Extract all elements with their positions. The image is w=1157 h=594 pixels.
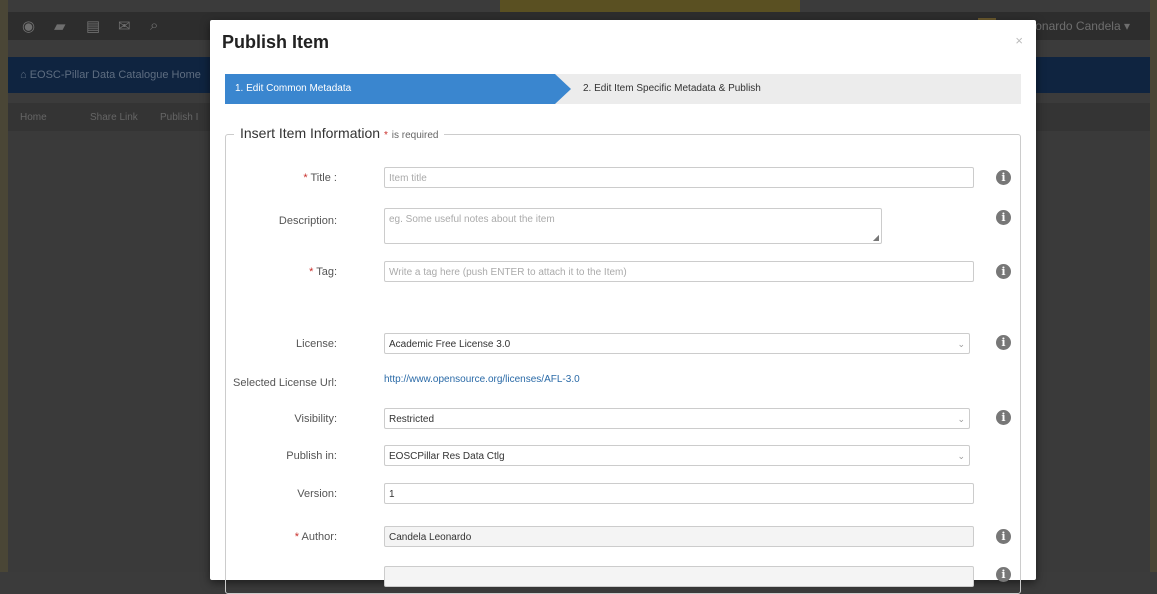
publish-in-select[interactable]: EOSCPillar Res Data Ctlg ⌄ [384,445,970,466]
close-icon[interactable]: × [1015,33,1023,48]
info-icon[interactable]: i [996,410,1011,425]
chevron-down-icon: ▾ [1123,19,1130,33]
info-icon[interactable]: i [996,335,1011,350]
home-icon: ⌂ [20,69,30,81]
required-marker: * [383,130,388,141]
info-icon[interactable]: i [996,264,1011,279]
author-input[interactable]: Candela Leonardo [384,526,974,547]
next-field-input[interactable] [384,566,974,587]
info-icon[interactable]: i [996,210,1011,225]
license-value: Academic Free License 3.0 [389,339,511,350]
version-input[interactable]: 1 [384,483,974,504]
description-label: Description: [278,215,337,227]
search-icon[interactable]: ⌕ [150,17,168,35]
visibility-label: Visibility: [294,413,337,425]
legend-text: Insert Item Information [240,125,381,141]
step-arrow [555,74,571,104]
background-strip-right [1150,0,1157,572]
tag-label: * Tag: [309,266,337,278]
dashboard-icon[interactable]: ◉ [22,17,40,35]
step-edit-item-specific-metadata[interactable]: 2. Edit Item Specific Metadata & Publish [583,83,761,94]
chevron-down-icon: ⌄ [957,451,965,461]
required-note: is required [391,130,439,141]
publish-in-value: EOSCPillar Res Data Ctlg [389,451,505,462]
description-placeholder: eg. Some useful notes about the item [389,214,555,225]
breadcrumb-home[interactable]: Home [20,112,47,123]
notebook-icon[interactable]: ▤ [86,17,104,35]
fieldset-legend: Insert Item Information * is required [234,125,445,141]
info-icon[interactable]: i [996,170,1011,185]
background-strip-left [0,0,8,572]
version-label: Version: [297,488,337,500]
wizard-steps: 1. Edit Common Metadata 2. Edit Item Spe… [225,74,1021,104]
user-name: eonardo Candela [1028,19,1121,33]
info-icon[interactable]: i [996,529,1011,544]
title-input[interactable]: Item title [384,167,974,188]
breadcrumb-publish[interactable]: Publish I [160,112,198,123]
resize-handle-icon[interactable]: ◢ [873,233,879,242]
folder-icon[interactable]: ▰ [54,17,72,35]
license-select[interactable]: Academic Free License 3.0 ⌄ [384,333,970,354]
chevron-down-icon: ⌄ [957,414,965,424]
publish-in-label: Publish in: [286,450,337,462]
author-label: * Author: [294,531,337,543]
step-edit-common-metadata[interactable]: 1. Edit Common Metadata [225,74,555,104]
license-url-link[interactable]: http://www.opensource.org/licenses/AFL-3… [384,374,580,385]
tag-input[interactable]: Write a tag here (push ENTER to attach i… [384,261,974,282]
license-label: License: [296,338,337,350]
step-1-label: 1. Edit Common Metadata [235,83,352,94]
catalogue-home-label: EOSC-Pillar Data Catalogue Home [29,69,201,81]
license-url-label: Selected License Url: [233,377,337,389]
description-textarea[interactable]: eg. Some useful notes about the item ◢ [384,208,882,244]
breadcrumb-share-link[interactable]: Share Link [90,112,138,123]
item-information-fieldset: Insert Item Information * is required * … [225,125,1021,594]
publish-item-modal: Publish Item × 1. Edit Common Metadata 2… [210,20,1036,594]
background-glow [500,0,800,12]
visibility-select[interactable]: Restricted ⌄ [384,408,970,429]
modal-title: Publish Item [222,32,330,52]
title-label: * Title : [303,172,337,184]
info-icon[interactable]: i [996,567,1011,582]
visibility-value: Restricted [389,414,435,425]
chevron-down-icon: ⌄ [957,339,965,349]
mail-icon[interactable]: ✉ [118,17,136,35]
catalogue-home-link[interactable]: ⌂ EOSC-Pillar Data Catalogue Home [20,69,201,81]
